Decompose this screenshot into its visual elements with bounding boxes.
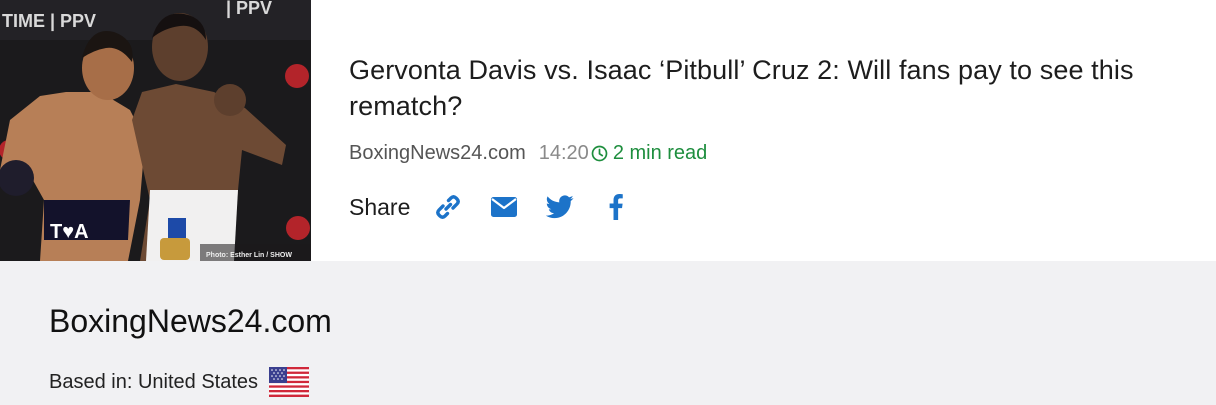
photo-credit: Photo: Esther Lin / SHOW [206,252,292,259]
twitter-icon [546,195,574,219]
us-flag-icon [269,367,310,397]
share-facebook-button[interactable] [598,190,634,224]
share-label: Share [349,193,411,220]
backdrop-text-right: | PPV [226,0,272,18]
boxers-photo: TIME | PPV | PPV T♥A Photo: Esther Lin /… [0,0,311,261]
facebook-icon [609,194,624,220]
article-header: TIME | PPV | PPV T♥A Photo: Esther Lin /… [0,0,1216,261]
publisher-panel: BoxingNews24.com Based in: United States [0,261,1216,405]
backdrop-text-left: TIME | PPV [2,11,96,31]
read-time: 2 min read [612,141,708,164]
link-icon [436,195,461,219]
share-email-button[interactable] [486,190,522,224]
article-source[interactable]: BoxingNews24.com [349,142,526,165]
article-headline[interactable]: Gervonta Davis vs. Isaac ‘Pitbull’ Cruz … [349,52,1189,124]
share-twitter-button[interactable] [542,190,578,224]
mail-icon [491,197,518,217]
share-link-button[interactable] [430,190,466,224]
article-time: 14:20 [538,141,589,164]
trunks-text: T♥A [50,221,89,243]
publisher-name[interactable]: BoxingNews24.com [49,301,332,341]
clock-icon [591,145,608,162]
based-in-text: Based in: United States [49,370,259,393]
share-bar: Share [349,190,654,224]
publisher-location: Based in: United States [49,367,310,397]
article-image[interactable]: TIME | PPV | PPV T♥A Photo: Esther Lin /… [0,0,311,261]
article-meta: BoxingNews24.com 14:20 2 min read [349,140,707,166]
